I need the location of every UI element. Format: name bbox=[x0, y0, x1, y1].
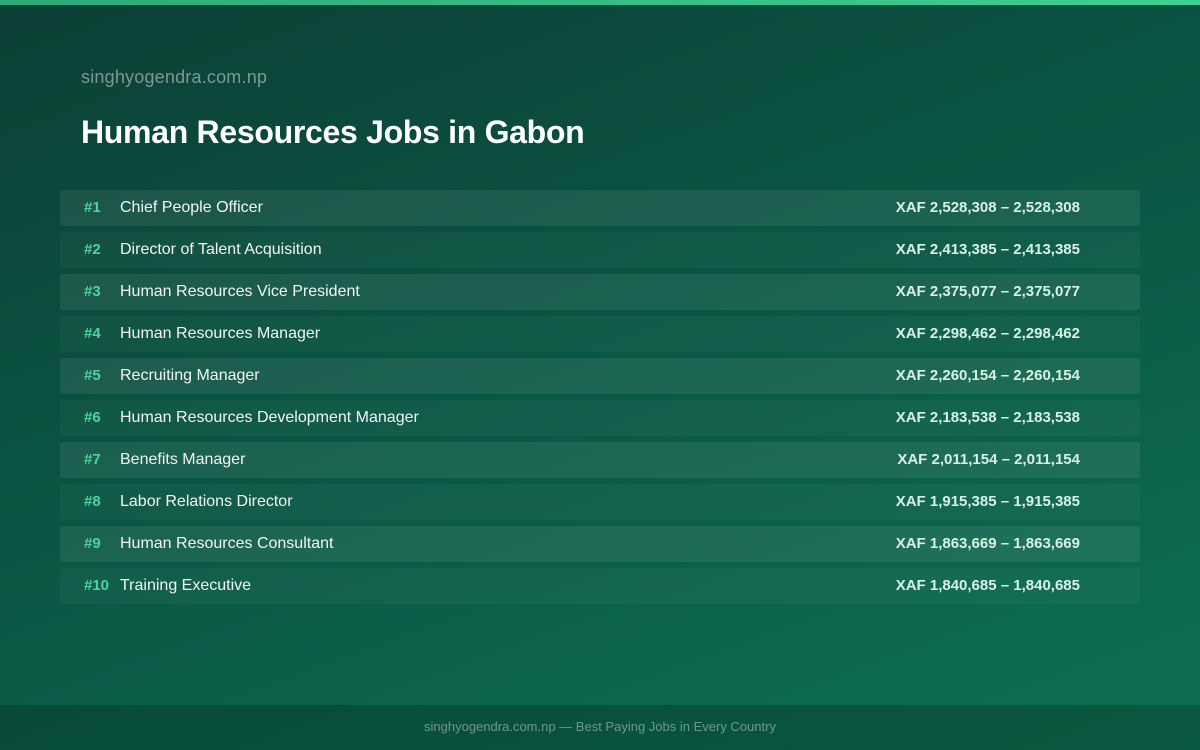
job-title: Benefits Manager bbox=[120, 451, 246, 468]
job-salary: XAF 2,183,538 – 2,183,538 bbox=[895, 409, 1080, 426]
job-row: #7 Benefits Manager XAF 2,011,154 – 2,01… bbox=[60, 442, 1140, 478]
top-accent-bar bbox=[0, 0, 1200, 5]
job-row: #5 Recruiting Manager XAF 2,260,154 – 2,… bbox=[60, 358, 1140, 394]
job-row: #4 Human Resources Manager XAF 2,298,462… bbox=[60, 316, 1140, 352]
job-rank: #3 bbox=[84, 283, 101, 300]
job-title: Human Resources Manager bbox=[120, 325, 321, 342]
job-salary: XAF 2,260,154 – 2,260,154 bbox=[895, 367, 1080, 384]
job-rank: #10 bbox=[84, 577, 110, 594]
job-title: Training Executive bbox=[120, 577, 252, 594]
job-rank: #1 bbox=[84, 199, 101, 216]
job-salary: XAF 2,375,077 – 2,375,077 bbox=[895, 283, 1080, 300]
job-rank: #9 bbox=[84, 535, 101, 552]
job-rank: #7 bbox=[84, 451, 101, 468]
job-rank: #4 bbox=[84, 325, 101, 342]
job-salary: XAF 2,011,154 – 2,011,154 bbox=[897, 451, 1080, 468]
page-title: Human Resources Jobs in Gabon bbox=[81, 114, 585, 150]
job-salary: XAF 2,298,462 – 2,298,462 bbox=[895, 325, 1080, 342]
job-list: #1 Chief People Officer XAF 2,528,308 – … bbox=[60, 190, 1140, 610]
job-row: #9 Human Resources Consultant XAF 1,863,… bbox=[60, 526, 1140, 562]
job-title: Human Resources Consultant bbox=[120, 535, 334, 552]
footer: singhyogendra.com.np — Best Paying Jobs … bbox=[0, 705, 1200, 750]
job-row: #3 Human Resources Vice President XAF 2,… bbox=[60, 274, 1140, 310]
job-row: #8 Labor Relations Director XAF 1,915,38… bbox=[60, 484, 1140, 520]
job-title: Human Resources Development Manager bbox=[120, 409, 419, 426]
job-salary: XAF 1,915,385 – 1,915,385 bbox=[895, 493, 1080, 510]
job-rank: #2 bbox=[84, 241, 101, 258]
job-row: #10 Training Executive XAF 1,840,685 – 1… bbox=[60, 568, 1140, 604]
job-salary: XAF 1,863,669 – 1,863,669 bbox=[895, 535, 1080, 552]
job-rank: #6 bbox=[84, 409, 101, 426]
job-title: Labor Relations Director bbox=[120, 493, 293, 510]
job-title: Chief People Officer bbox=[120, 199, 263, 216]
site-name: singhyogendra.com.np bbox=[81, 67, 268, 87]
job-row: #2 Director of Talent Acquisition XAF 2,… bbox=[60, 232, 1140, 268]
job-salary: XAF 2,528,308 – 2,528,308 bbox=[895, 199, 1080, 216]
job-title: Human Resources Vice President bbox=[120, 283, 360, 300]
job-row: #1 Chief People Officer XAF 2,528,308 – … bbox=[60, 190, 1140, 226]
job-rank: #5 bbox=[84, 367, 101, 384]
job-row: #6 Human Resources Development Manager X… bbox=[60, 400, 1140, 436]
job-salary: XAF 2,413,385 – 2,413,385 bbox=[895, 241, 1080, 258]
job-salary: XAF 1,840,685 – 1,840,685 bbox=[895, 577, 1080, 594]
job-rank: #8 bbox=[84, 493, 101, 510]
job-title: Director of Talent Acquisition bbox=[120, 241, 322, 258]
job-title: Recruiting Manager bbox=[120, 367, 260, 384]
